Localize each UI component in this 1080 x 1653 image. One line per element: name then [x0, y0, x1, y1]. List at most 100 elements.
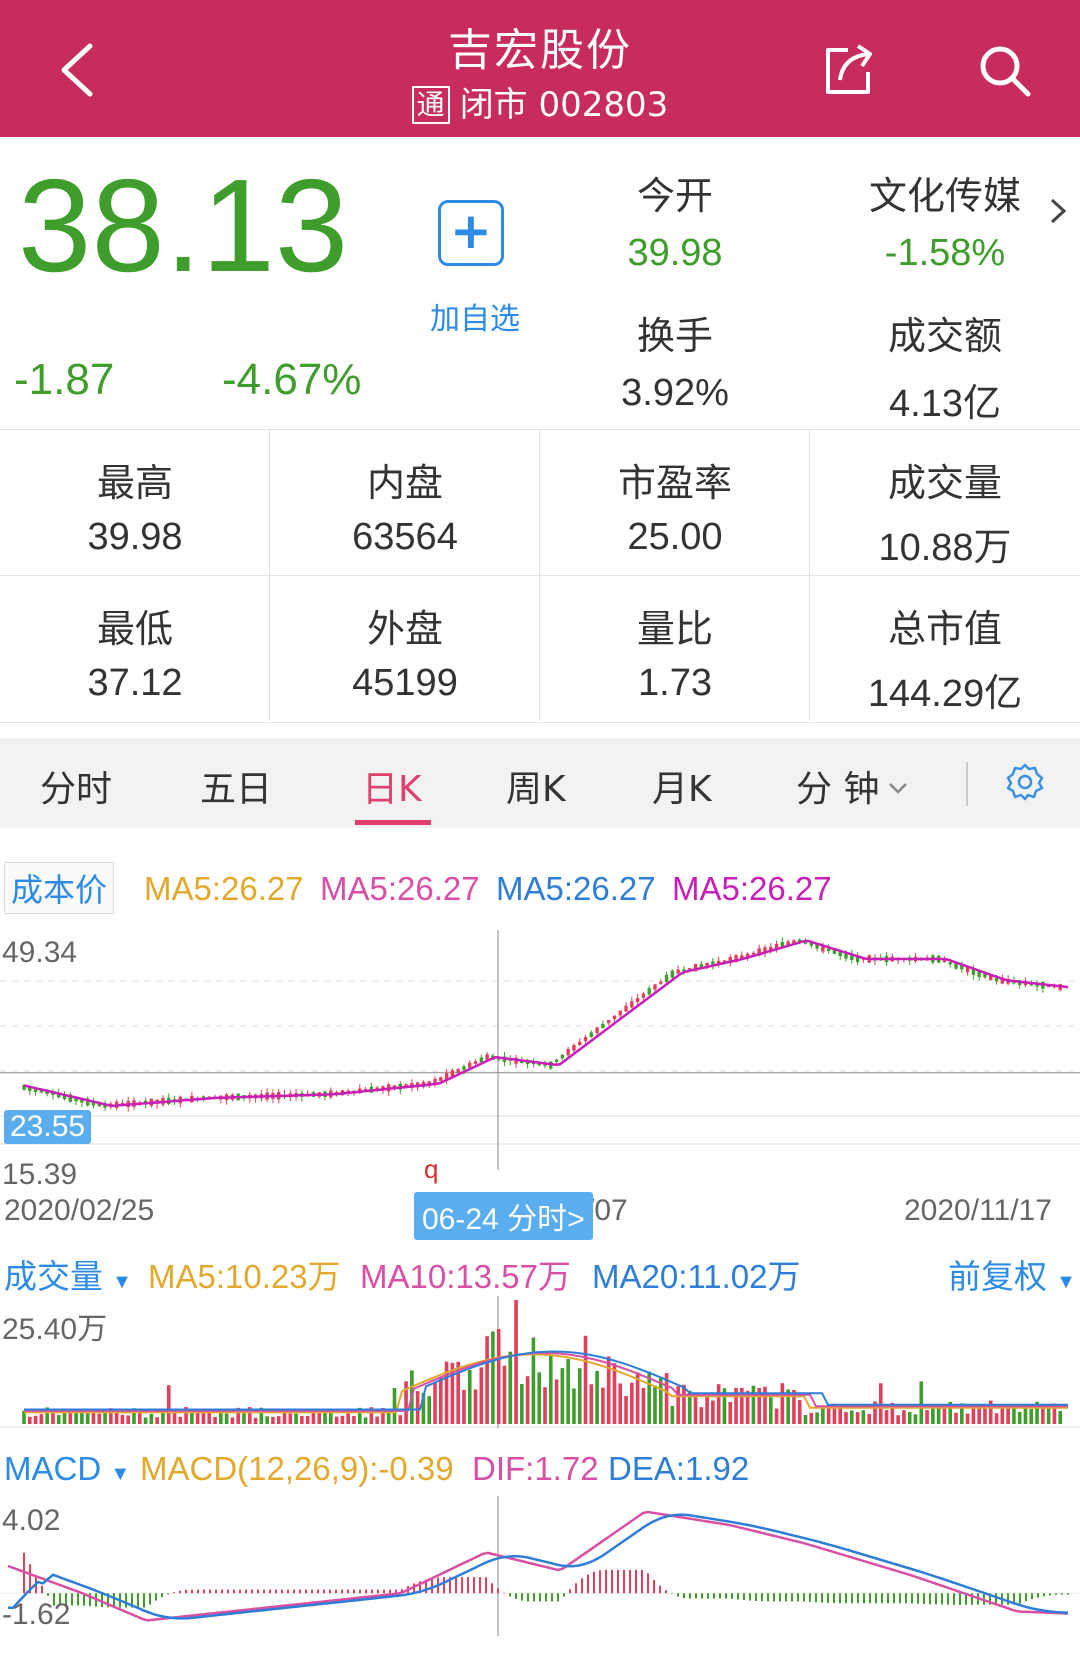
stat-label: 外盘	[366, 607, 443, 651]
volume-bar	[1000, 1407, 1005, 1424]
tab-daily-k[interactable]: 日K	[362, 760, 422, 812]
candle-body	[554, 1059, 559, 1063]
search-icon[interactable]	[976, 42, 1032, 98]
volume-bar	[485, 1336, 489, 1424]
volume-bar	[502, 1365, 507, 1424]
kline-y-min: 15.39	[2, 1158, 78, 1191]
volume-bar	[595, 1370, 599, 1424]
sector-label[interactable]: 文化传媒	[835, 165, 1055, 220]
turnover-value: 3.92%	[621, 372, 729, 414]
cursor-date-button[interactable]: 06-24 分时>	[414, 1192, 593, 1240]
volume-y-max: 25.40万	[2, 1313, 108, 1346]
add-watchlist-button[interactable]: +	[438, 200, 504, 266]
volume-bar	[363, 1417, 368, 1424]
volume-bar	[815, 1412, 819, 1424]
volume-bar	[983, 1406, 987, 1424]
ma-legend-1: MA5:26.27	[144, 870, 304, 907]
sector-value[interactable]: -1.58%	[835, 232, 1055, 275]
macd-selector[interactable]: MACD ▼	[4, 1450, 130, 1488]
volume-bar	[543, 1387, 547, 1424]
tab-weekly-k[interactable]: 周K	[506, 760, 566, 812]
macd-dif: DIF:1.72	[472, 1450, 599, 1487]
stat-inner-vol: 内盘 63564	[270, 430, 540, 575]
volume-bar	[230, 1417, 235, 1424]
macd-y-min: -1.62	[2, 1598, 71, 1631]
share-icon[interactable]	[818, 40, 878, 100]
active-tab-indicator	[355, 820, 431, 825]
caret-down-icon: ▼	[112, 1271, 132, 1293]
volume-bar	[861, 1410, 866, 1424]
volume-bar	[433, 1382, 437, 1424]
volume-bar	[496, 1328, 501, 1424]
volume-bar	[728, 1401, 733, 1424]
volume-bar	[166, 1385, 171, 1424]
volume-bar	[705, 1395, 709, 1424]
stat-volume: 成交量 10.88万	[810, 430, 1080, 575]
stat-label: 最低	[96, 607, 173, 651]
tab-intraday[interactable]: 分时	[40, 760, 112, 812]
volume-bar	[39, 1414, 44, 1424]
volume-bar	[942, 1408, 947, 1424]
volume-bar	[994, 1413, 999, 1424]
volume-bar	[699, 1407, 704, 1424]
kline-chart[interactable]	[0, 930, 1080, 1190]
macd-title: MACD	[4, 1450, 102, 1487]
volume-bar	[606, 1356, 611, 1424]
volume-bar	[305, 1415, 310, 1424]
tab-monthly-k[interactable]: 月K	[652, 760, 712, 812]
add-watchlist-label[interactable]: 加自选	[410, 294, 540, 338]
volume-bar	[271, 1416, 275, 1424]
dif-line	[7, 1510, 1069, 1622]
stat-outer-vol: 外盘 45199	[270, 576, 540, 721]
candle-body	[630, 1001, 634, 1008]
candle-body	[601, 1023, 605, 1029]
candle-body	[560, 1054, 565, 1059]
candle-body	[462, 1066, 466, 1070]
ma-legend-4: MA5:26.27	[672, 870, 832, 907]
volume-bar	[126, 1415, 130, 1424]
volume-bar	[479, 1367, 484, 1424]
volume-bar	[965, 1413, 970, 1424]
gear-icon[interactable]	[1005, 762, 1045, 802]
stat-label: 量比	[636, 607, 713, 651]
volume-bar	[682, 1384, 686, 1424]
chevron-right-icon[interactable]	[1046, 194, 1070, 228]
caret-down-icon: ▼	[1056, 1271, 1076, 1293]
volume-bar	[462, 1389, 466, 1424]
tab-minute[interactable]: 分 钟	[796, 760, 909, 812]
volume-bar	[537, 1372, 542, 1424]
stock-name: 吉宏股份	[448, 25, 632, 76]
stat-value: 25.00	[627, 516, 723, 558]
volume-bar	[774, 1408, 779, 1424]
stats-grid: 最高 39.98 内盘 63564 市盈率 25.00 成交量 10.88万 最低 37.…	[0, 429, 1080, 723]
volume-bar	[803, 1415, 808, 1424]
volume-selector[interactable]: 成交量 ▼	[4, 1250, 132, 1298]
crosshair-price: 23.55	[4, 1110, 92, 1144]
candle-body	[479, 1057, 484, 1063]
volume-chart[interactable]	[0, 1296, 1080, 1428]
candle-body	[612, 1015, 617, 1020]
volume-bar	[242, 1413, 246, 1424]
volume-bar	[427, 1396, 432, 1424]
volume-bar	[1041, 1407, 1045, 1424]
price-change: -1.87	[14, 355, 115, 404]
open-label: 今开	[636, 174, 713, 218]
volume-bar	[572, 1388, 576, 1424]
volume-bar	[508, 1351, 513, 1424]
volume-bar	[902, 1410, 906, 1424]
macd-params: MACD(12,26,9):-0.39	[140, 1450, 454, 1487]
kline-start-date: 2020/02/25	[4, 1194, 155, 1227]
volume-bar	[467, 1369, 472, 1424]
adjust-selector[interactable]: 前复权 ▼	[948, 1250, 1076, 1298]
ma-legend-2: MA5:26.27	[320, 870, 480, 907]
stat-value: 45199	[352, 662, 458, 704]
chevron-down-icon	[889, 783, 908, 794]
volume-bar	[971, 1406, 976, 1424]
volume-bar	[878, 1383, 883, 1424]
tab-five-day[interactable]: 五日	[200, 760, 272, 812]
cost-price-badge[interactable]: 成本价	[4, 862, 115, 914]
amount-label: 成交额	[887, 314, 1002, 358]
stat-value: 144.29亿	[867, 673, 1023, 715]
volume-bar	[855, 1412, 860, 1424]
macd-chart[interactable]	[0, 1496, 1080, 1636]
